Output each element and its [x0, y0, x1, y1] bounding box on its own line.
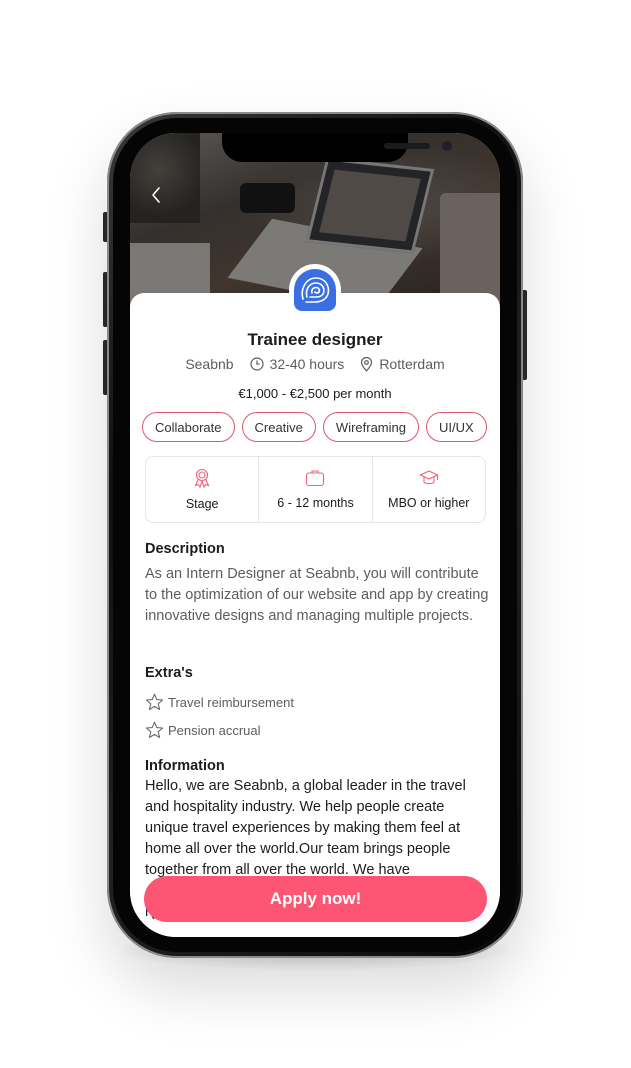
location-pin-icon	[361, 356, 373, 372]
extra-item: Travel reimbursement	[145, 693, 294, 711]
front-camera	[442, 141, 452, 151]
company-logo	[289, 264, 341, 316]
tag-collaborate[interactable]: Collaborate	[142, 412, 235, 442]
chevron-left-icon	[152, 187, 160, 203]
skill-tags: Collaborate Creative Wireframing UI/UX	[142, 412, 487, 442]
apply-button[interactable]: Apply now!	[144, 876, 487, 922]
notch	[222, 133, 452, 162]
tag-creative[interactable]: Creative	[241, 412, 316, 442]
hours-item: 32-40 hours	[249, 356, 344, 372]
clock-icon	[249, 357, 264, 371]
speaker	[384, 143, 430, 149]
star-icon	[145, 693, 164, 711]
job-title: Trainee designer	[247, 330, 383, 349]
tag-wireframing[interactable]: Wireframing	[322, 412, 419, 442]
company-name[interactable]: Seabnb	[185, 356, 233, 372]
phone-screen: Trainee designer Seabnb 32-40 hours Rott…	[130, 133, 500, 937]
info-cell-duration: 6 - 12 months	[258, 457, 371, 522]
description-text: As an Intern Designer at Seabnb, you wil…	[145, 566, 489, 624]
job-info-grid: Stage 6 - 12 months MBO or higher	[145, 456, 486, 523]
information-text: Hello, we are Seabnb, a global leader in…	[145, 778, 466, 878]
info-cell-education: MBO or higher	[371, 457, 485, 522]
salary: €1,000 - €2,500 per month	[238, 386, 392, 401]
location-item: Rotterdam	[360, 356, 445, 372]
star-icon	[145, 721, 164, 739]
description-heading: Description	[145, 541, 225, 557]
extras-heading: Extra's	[145, 665, 193, 681]
back-button[interactable]	[146, 185, 166, 205]
spiral-logo-icon	[301, 277, 330, 303]
extra-item: Pension accrual	[145, 721, 261, 739]
tag-ui-ux[interactable]: UI/UX	[426, 412, 487, 442]
job-meta: Seabnb 32-40 hours Rotterdam	[130, 356, 500, 372]
graduation-cap-icon	[419, 470, 439, 485]
info-cell-type: Stage	[146, 457, 258, 522]
briefcase-icon	[306, 470, 325, 487]
information-heading: Information	[145, 758, 225, 774]
award-ribbon-icon	[194, 468, 210, 488]
